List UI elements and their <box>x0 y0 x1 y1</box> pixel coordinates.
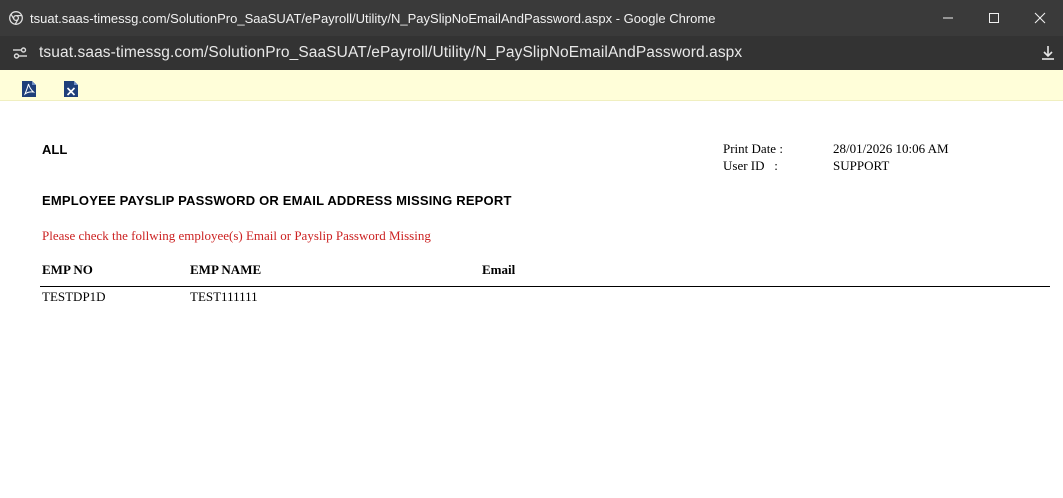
column-header-emp-no: EMP NO <box>42 262 93 277</box>
window-titlebar: tsuat.saas-timessg.com/SolutionPro_SaaSU… <box>0 0 1063 36</box>
minimize-icon <box>943 17 953 19</box>
row-emp-no: TESTDP1D <box>42 289 106 304</box>
close-button[interactable] <box>1017 0 1063 36</box>
column-header-emp-name: EMP NAME <box>190 262 262 277</box>
window-controls <box>925 0 1063 36</box>
maximize-icon <box>989 13 999 23</box>
user-id-value: SUPPORT <box>833 158 890 173</box>
export-toolbar <box>0 70 1063 101</box>
report-title: EMPLOYEE PAYSLIP PASSWORD OR EMAIL ADDRE… <box>42 193 512 208</box>
print-date-label: Print Date : <box>723 141 783 156</box>
minimize-button[interactable] <box>925 0 971 36</box>
address-bar[interactable]: tsuat.saas-timessg.com/SolutionPro_SaaSU… <box>0 36 1063 70</box>
report-body: ALL Print Date : 28/01/2026 10:06 AM Use… <box>24 105 1054 305</box>
row-emp-name: TEST111111 <box>190 289 258 304</box>
column-header-email: Email <box>482 262 516 277</box>
close-icon <box>1034 12 1046 24</box>
header-divider <box>40 286 1050 287</box>
download-icon[interactable] <box>1039 44 1057 62</box>
pdf-icon[interactable] <box>21 80 37 98</box>
user-id-label: User ID : <box>723 158 778 173</box>
chrome-icon <box>9 11 23 25</box>
maximize-button[interactable] <box>971 0 1017 36</box>
report-meta: Print Date : 28/01/2026 10:06 AM User ID… <box>723 140 949 174</box>
print-date-value: 28/01/2026 10:06 AM <box>833 141 949 156</box>
missing-notice: Please check the follwing employee(s) Em… <box>42 228 431 243</box>
url-text[interactable]: tsuat.saas-timessg.com/SolutionPro_SaaSU… <box>39 44 742 62</box>
site-info-icon[interactable] <box>11 44 29 62</box>
excel-icon[interactable] <box>63 80 79 98</box>
window-title: tsuat.saas-timessg.com/SolutionPro_SaaSU… <box>30 10 716 26</box>
report-scope: ALL <box>42 142 68 157</box>
